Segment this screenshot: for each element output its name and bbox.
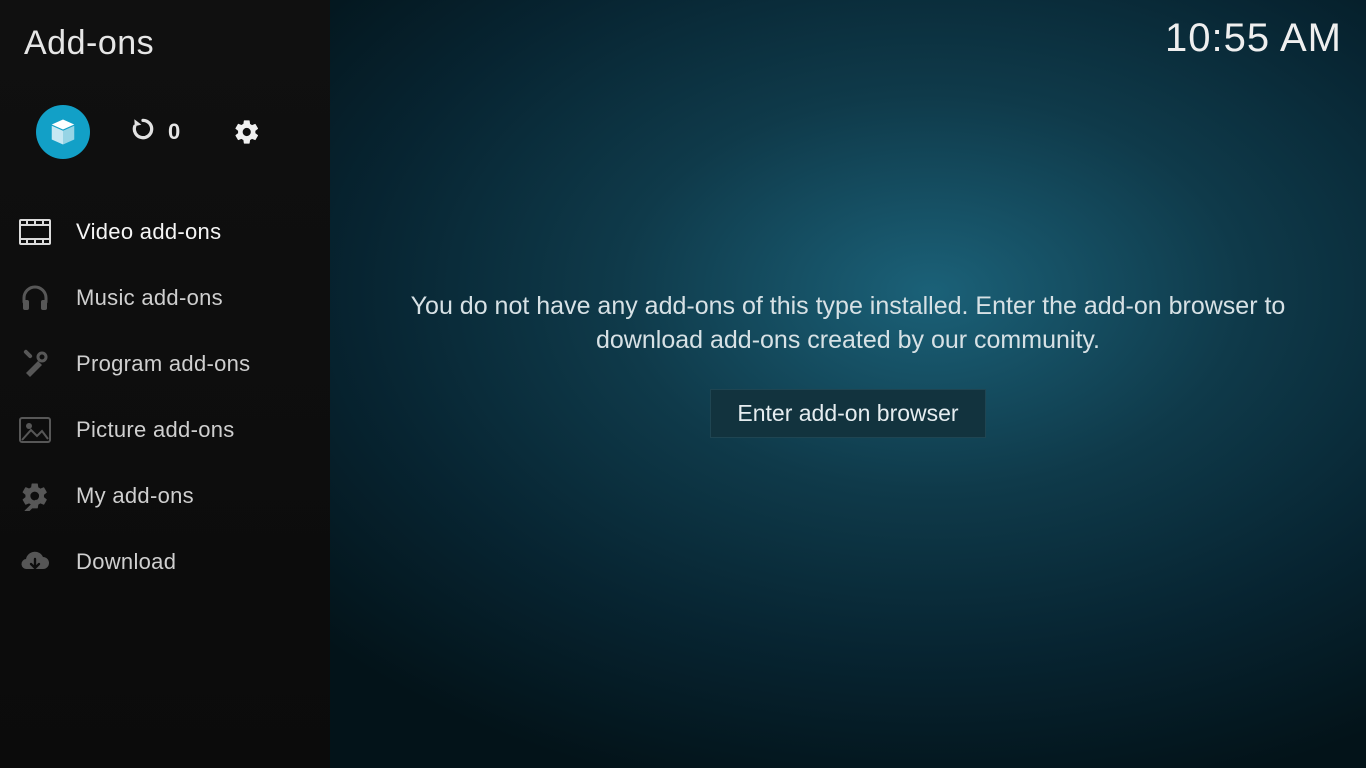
sidebar-item-label: Music add-ons [76, 285, 223, 311]
sidebar-item-label: Video add-ons [76, 219, 221, 245]
settings-button[interactable] [220, 105, 274, 159]
main-content: 10:55 AM You do not have any add-ons of … [330, 0, 1366, 768]
cloud-download-icon [18, 547, 52, 577]
sidebar-item-picture-addons[interactable]: Picture add-ons [0, 397, 330, 463]
sidebar-item-label: Picture add-ons [76, 417, 235, 443]
sidebar-item-music-addons[interactable]: Music add-ons [0, 265, 330, 331]
sidebar-item-label: Download [76, 549, 176, 575]
box-icon-button[interactable] [36, 105, 90, 159]
app-root: Add-ons 0 [0, 0, 1366, 768]
film-icon [18, 217, 52, 247]
sidebar-item-download[interactable]: Download [0, 529, 330, 595]
refresh-icon [130, 116, 156, 148]
sidebar: Add-ons 0 [0, 0, 330, 768]
clock: 10:55 AM [1165, 16, 1342, 61]
gear-icon [233, 118, 261, 146]
sidebar-item-my-addons[interactable]: My add-ons [0, 463, 330, 529]
headphones-icon [18, 283, 52, 313]
empty-state-message: You do not have any add-ons of this type… [368, 290, 1328, 358]
updates-button[interactable]: 0 [130, 116, 180, 148]
picture-icon [18, 415, 52, 445]
tools-icon [18, 349, 52, 379]
sidebar-item-label: Program add-ons [76, 351, 250, 377]
sidebar-item-label: My add-ons [76, 483, 194, 509]
updates-count: 0 [168, 119, 180, 145]
enter-addon-browser-button[interactable]: Enter add-on browser [710, 389, 985, 438]
sidebar-item-program-addons[interactable]: Program add-ons [0, 331, 330, 397]
page-title: Add-ons [0, 10, 330, 93]
sidebar-menu: Video add-ons Music add-ons [0, 199, 330, 595]
open-box-icon [48, 117, 78, 147]
gear-tools-icon [18, 481, 52, 511]
sidebar-top-icons: 0 [0, 93, 330, 199]
sidebar-item-video-addons[interactable]: Video add-ons [0, 199, 330, 265]
